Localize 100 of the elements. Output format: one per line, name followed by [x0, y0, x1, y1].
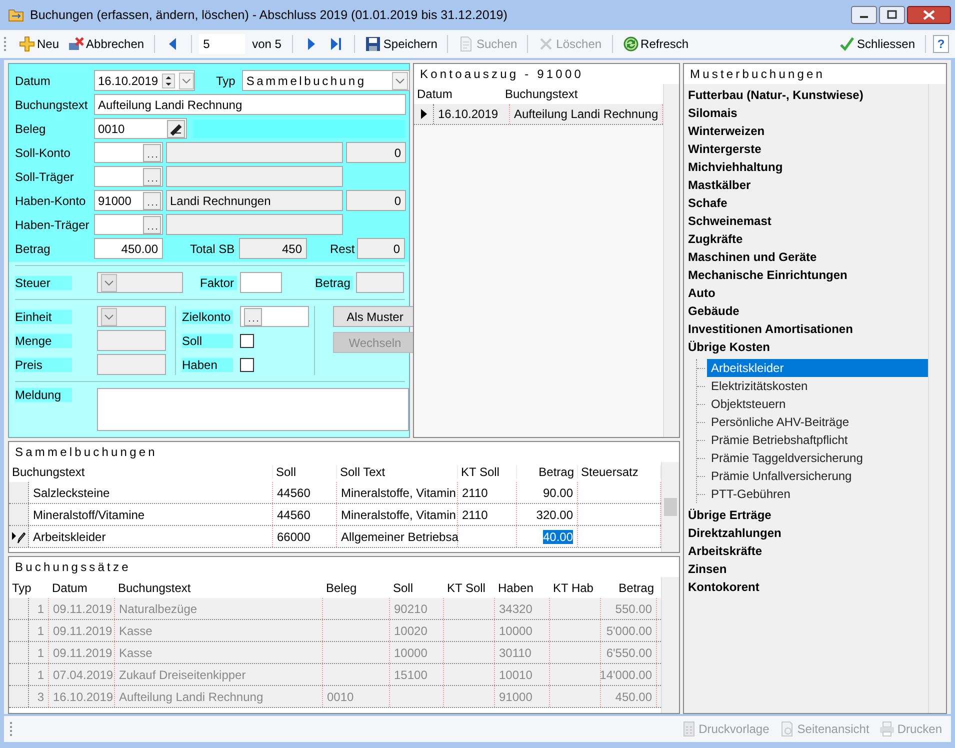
panel-title: Musterbuchungen	[689, 66, 826, 83]
tree-item[interactable]: Zugkräfte	[688, 230, 928, 248]
tree-item[interactable]: Elektrizitätskosten	[707, 377, 928, 395]
table-cell: Allgemeiner Betriebsa	[337, 526, 458, 547]
column-header[interactable]: Betrag	[517, 465, 578, 479]
spinner-icon[interactable]	[162, 72, 176, 88]
grip-handle[interactable]	[4, 37, 9, 51]
close-button[interactable]	[907, 6, 951, 24]
tree-item[interactable]: Prämie Unfallversicherung	[707, 467, 928, 485]
tree-item[interactable]: Silomais	[688, 104, 928, 122]
tree-item[interactable]: Investitionen Amortisationen	[688, 320, 928, 338]
tree-item[interactable]: Schweinemast	[688, 212, 928, 230]
field-label: Faktor	[200, 276, 238, 290]
scrollbar[interactable]	[661, 577, 679, 713]
tree-item[interactable]: Kontokorent	[688, 578, 928, 596]
tree-item[interactable]: Übrige Kosten	[688, 338, 928, 356]
browse-button[interactable]	[244, 308, 262, 326]
tree-item[interactable]: Direktzahlungen	[688, 524, 928, 542]
table-cell: 91000	[495, 686, 550, 707]
type-dropdown[interactable]: Sammelbuchung	[242, 70, 410, 91]
browse-button[interactable]	[143, 216, 161, 234]
page-preview-icon	[779, 721, 796, 737]
tree-item[interactable]: Wintergerste	[688, 140, 928, 158]
column-header[interactable]: Buchungstext	[502, 87, 581, 101]
delete-icon	[538, 36, 554, 52]
tree-item[interactable]: Maschinen und Geräte	[688, 248, 928, 266]
tree-item[interactable]: Prämie Betriebshaftpflicht	[707, 431, 928, 449]
tree-item[interactable]: Zinsen	[688, 560, 928, 578]
table-cell: 09.11.2019	[49, 642, 115, 663]
toolbar-button[interactable]: Refresch	[640, 37, 689, 51]
field-label: Beleg	[15, 122, 47, 136]
browse-button[interactable]	[143, 168, 161, 186]
row-header[interactable]	[9, 526, 29, 547]
amount-field: 0	[346, 142, 406, 163]
column-header[interactable]: Soll Text	[337, 465, 458, 479]
toolbar-button[interactable]: Neu	[37, 37, 60, 51]
column-header[interactable]: Soll	[273, 465, 337, 479]
record-field[interactable]: 5	[199, 34, 246, 54]
table-cell: 34320	[495, 598, 550, 619]
scrollbar[interactable]	[928, 84, 946, 713]
table-cell: 320.00	[517, 504, 578, 525]
field-label: Menge	[15, 334, 72, 348]
tree-item[interactable]: Schafe	[688, 194, 928, 212]
tree-item[interactable]: Gebäude	[688, 302, 928, 320]
tree-item[interactable]: Übrige Erträge	[688, 506, 928, 524]
toolbar-button[interactable]: Schliessen	[856, 37, 915, 51]
tree-item[interactable]: Winterweizen	[688, 122, 928, 140]
scrollbar[interactable]	[661, 462, 679, 552]
account-field[interactable]	[94, 166, 163, 187]
table-cell: 16.10.2019	[434, 104, 510, 124]
tree-item[interactable]: Michviehhaltung	[688, 158, 928, 176]
minimize-button[interactable]	[851, 6, 877, 24]
grip-handle[interactable]	[10, 722, 15, 736]
checkbox[interactable]	[240, 358, 254, 372]
table-cell: 3	[27, 686, 49, 707]
receipt-field[interactable]: 0010	[94, 118, 187, 139]
browse-button[interactable]	[143, 144, 161, 162]
tree-item[interactable]: Arbeitskräfte	[688, 542, 928, 560]
target-account-field[interactable]	[240, 306, 309, 327]
tree-item[interactable]: Arbeitskleider	[707, 359, 928, 377]
table-cell: 550.00	[601, 598, 657, 619]
column-header[interactable]: KT Soll	[458, 465, 517, 479]
column-header[interactable]: Buchungstext	[9, 465, 273, 479]
plus-icon	[19, 36, 35, 52]
tree-item[interactable]: Persönliche AHV-Beiträge	[707, 413, 928, 431]
scrollbar[interactable]	[663, 84, 679, 437]
toolbar-button[interactable]: Speichern	[383, 37, 438, 51]
account-name-field: Landi Rechnungen	[166, 190, 343, 211]
tree-item[interactable]: Auto	[688, 284, 928, 302]
tree-item[interactable]: PTT-Gebühren	[707, 485, 928, 503]
field-label: Betrag	[15, 242, 52, 256]
tree-item[interactable]: Mastkälber	[688, 176, 928, 194]
tree-item[interactable]: Objektsteuern	[707, 395, 928, 413]
account-field[interactable]: 91000	[94, 190, 163, 211]
browse-button[interactable]	[143, 192, 161, 210]
pen-icon[interactable]	[167, 120, 185, 138]
table-cell: 10000	[495, 620, 550, 641]
date-field[interactable]: 16.10.2019	[94, 70, 195, 91]
field-label: Haben-Träger	[15, 218, 90, 232]
field-label: Steuer	[15, 276, 72, 290]
factor-field[interactable]	[240, 272, 282, 293]
table-cell: Aufteilung Landi Rechnung	[115, 686, 323, 707]
field-label: Soll	[182, 334, 233, 348]
account-field[interactable]	[94, 214, 163, 235]
text-field[interactable]: Aufteilung Landi Rechnung	[94, 94, 406, 115]
table-cell: 09.11.2019	[49, 598, 115, 619]
tree-item[interactable]: Prämie Taggeldversicherung	[707, 449, 928, 467]
amount-field[interactable]: 450.00	[94, 238, 163, 259]
tree-item[interactable]: Futterbau (Natur-, Kunstwiese)	[688, 86, 928, 104]
calculator-icon	[680, 721, 697, 737]
help-button[interactable]: ?	[933, 35, 949, 53]
tree-item[interactable]: Mechanische Einrichtungen	[688, 266, 928, 284]
maximize-button[interactable]	[879, 6, 905, 24]
table-cell: 44560	[273, 482, 337, 503]
account-field[interactable]	[94, 142, 163, 163]
toolbar-button[interactable]: Abbrechen	[86, 37, 144, 51]
column-header[interactable]: Datum	[414, 87, 502, 101]
window-title: Buchungen (erfassen, ändern, löschen) - Abschluss 2019 (01.01.2019 bis 31.12.2019)	[30, 8, 508, 22]
checkbox[interactable]	[240, 334, 254, 348]
selected-text[interactable]: 40.00	[542, 530, 573, 544]
